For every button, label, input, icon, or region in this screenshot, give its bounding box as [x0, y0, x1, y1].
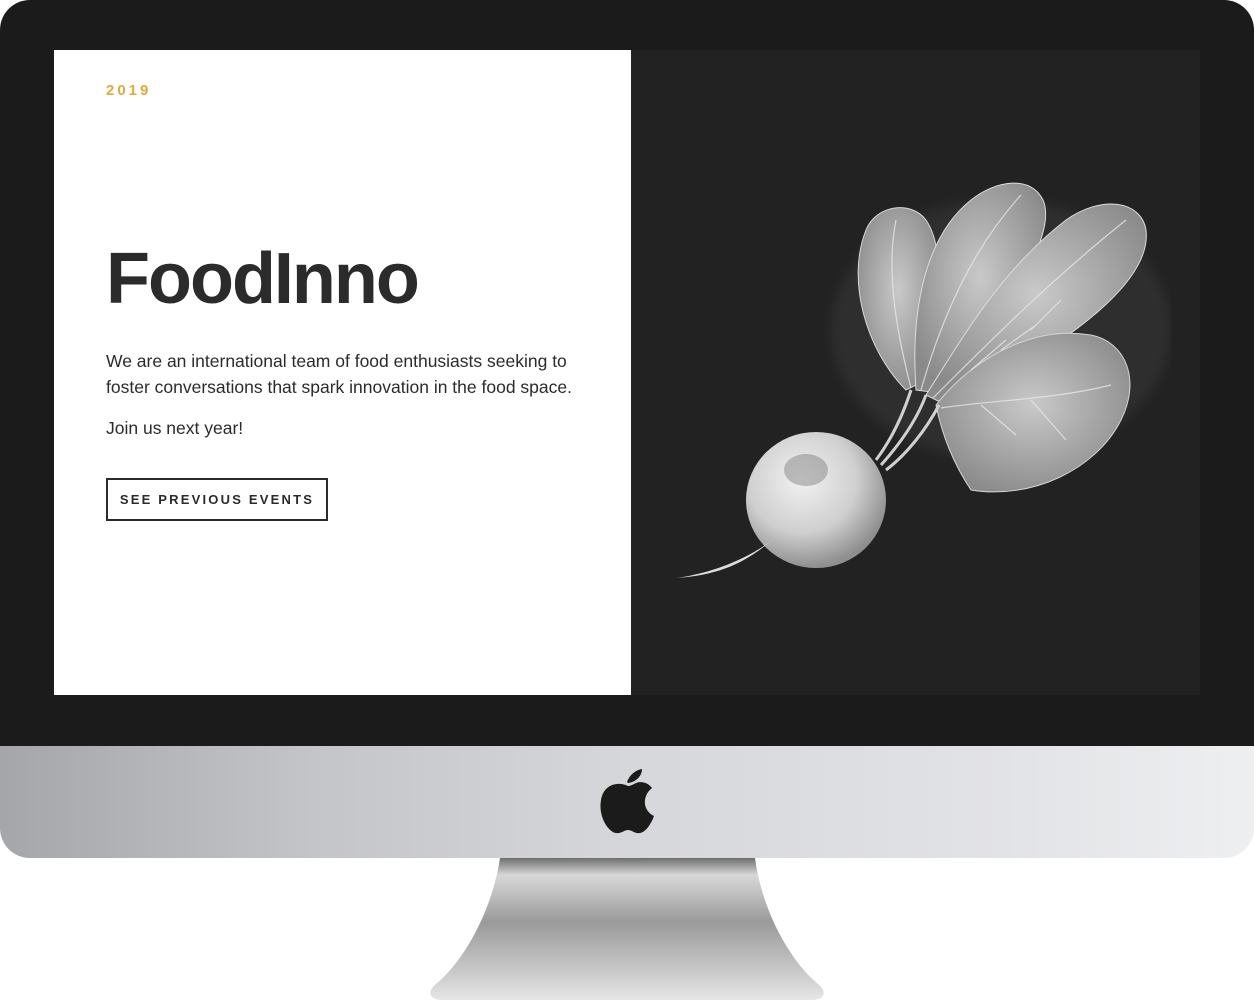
monitor-stand — [430, 858, 824, 1000]
join-message: Join us next year! — [106, 418, 244, 438]
hero-text-panel: 2019 FoodInno We are an international te… — [54, 50, 631, 695]
radish-illustration-icon — [677, 182, 1171, 578]
website-screen: 2019 FoodInno We are an international te… — [54, 50, 1200, 695]
apple-icon — [600, 769, 654, 834]
imac-mockup: 2019 FoodInno We are an international te… — [0, 0, 1254, 1000]
hero-description: We are an international team of food ent… — [106, 351, 572, 397]
see-previous-events-button[interactable]: SEE PREVIOUS EVENTS — [106, 478, 328, 521]
site-title: FoodInno — [106, 239, 420, 319]
event-year: 2019 — [106, 82, 152, 99]
hero-image-panel — [631, 50, 1200, 695]
